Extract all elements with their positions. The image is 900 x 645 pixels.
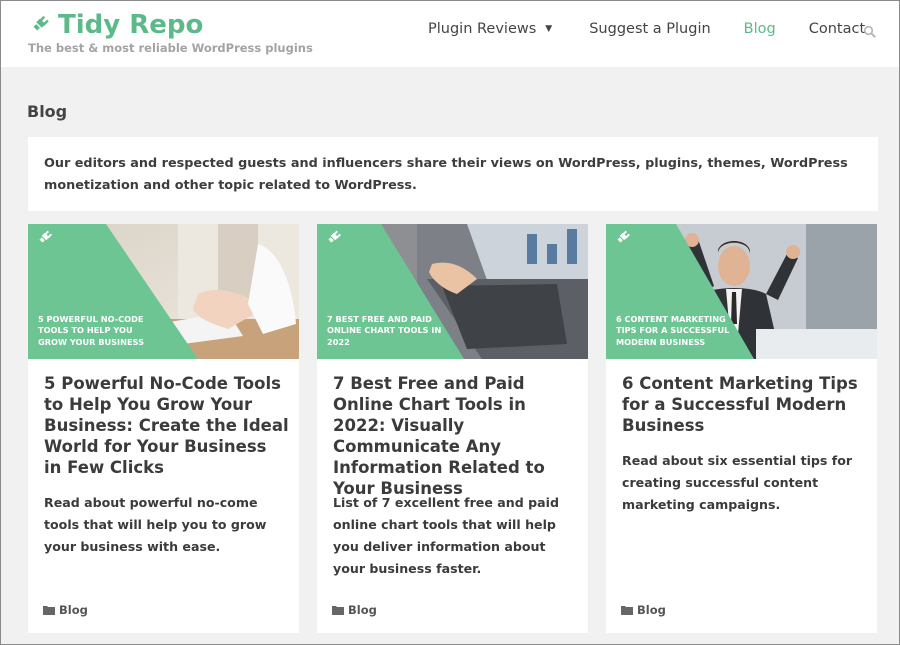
post-category[interactable]: Blog (43, 603, 88, 617)
post-excerpt: List of 7 excellent free and paid online… (333, 495, 559, 576)
main-nav: Plugin Reviews ▼ Suggest a Plugin Blog C… (428, 21, 865, 37)
category-label: Blog (348, 603, 377, 617)
post-card[interactable]: 5 Powerful No-Code Tools to Help You Gro… (28, 224, 299, 633)
nav-item-plugin-reviews[interactable]: Plugin Reviews ▼ (428, 21, 552, 37)
post-thumbnail[interactable]: 7 Best Free and Paid Online Chart Tools … (317, 224, 588, 359)
plug-icon (30, 15, 49, 34)
post-excerpt: Read about powerful no-come tools that w… (44, 495, 267, 554)
category-label: Blog (637, 603, 666, 617)
brand[interactable]: Tidy Repo The best & most reliable WordP… (28, 11, 313, 55)
plug-icon (615, 230, 631, 245)
folder-icon (621, 606, 633, 615)
post-excerpt: Read about six essential tips for creati… (622, 453, 853, 512)
post-card[interactable]: 7 Best Free and Paid Online Chart Tools … (317, 224, 588, 633)
intro-text: Our editors and respected guests and inf… (28, 137, 878, 211)
nav-item-label: Plugin Reviews (428, 21, 537, 37)
nav-item-contact[interactable]: Contact (809, 21, 865, 37)
category-label: Blog (59, 603, 88, 617)
post-card[interactable]: 6 Content Marketing Tips for a Successfu… (606, 224, 877, 633)
caret-down-icon: ▼ (545, 24, 553, 34)
post-category[interactable]: Blog (332, 603, 377, 617)
folder-icon (43, 606, 55, 615)
page-title: Blog (27, 102, 68, 121)
site-title[interactable]: Tidy Repo (58, 11, 203, 39)
post-title[interactable]: 6 Content Marketing Tips for a Successfu… (622, 373, 867, 436)
plug-icon (326, 230, 342, 245)
post-title[interactable]: 7 Best Free and Paid Online Chart Tools … (333, 373, 578, 499)
post-title[interactable]: 5 Powerful No-Code Tools to Help You Gro… (44, 373, 289, 478)
plug-icon (37, 230, 53, 245)
post-thumbnail[interactable]: 5 Powerful No-Code Tools to Help You Gro… (28, 224, 299, 359)
search-icon[interactable] (863, 25, 877, 39)
nav-item-suggest-a-plugin[interactable]: Suggest a Plugin (589, 21, 710, 37)
thumbnail-caption: 7 Best Free and Paid Online Chart Tools … (327, 313, 442, 347)
folder-icon (332, 606, 344, 615)
thumbnail-caption: 6 Content Marketing Tips for a Successfu… (616, 313, 730, 347)
site-header: Tidy Repo The best & most reliable WordP… (1, 1, 899, 67)
nav-item-blog[interactable]: Blog (744, 21, 776, 37)
site-tagline: The best & most reliable WordPress plugi… (28, 41, 313, 55)
post-thumbnail[interactable]: 6 Content Marketing Tips for a Successfu… (606, 224, 877, 359)
post-category[interactable]: Blog (621, 603, 666, 617)
thumbnail-caption: 5 Powerful No-Code Tools to Help You Gro… (38, 313, 144, 347)
